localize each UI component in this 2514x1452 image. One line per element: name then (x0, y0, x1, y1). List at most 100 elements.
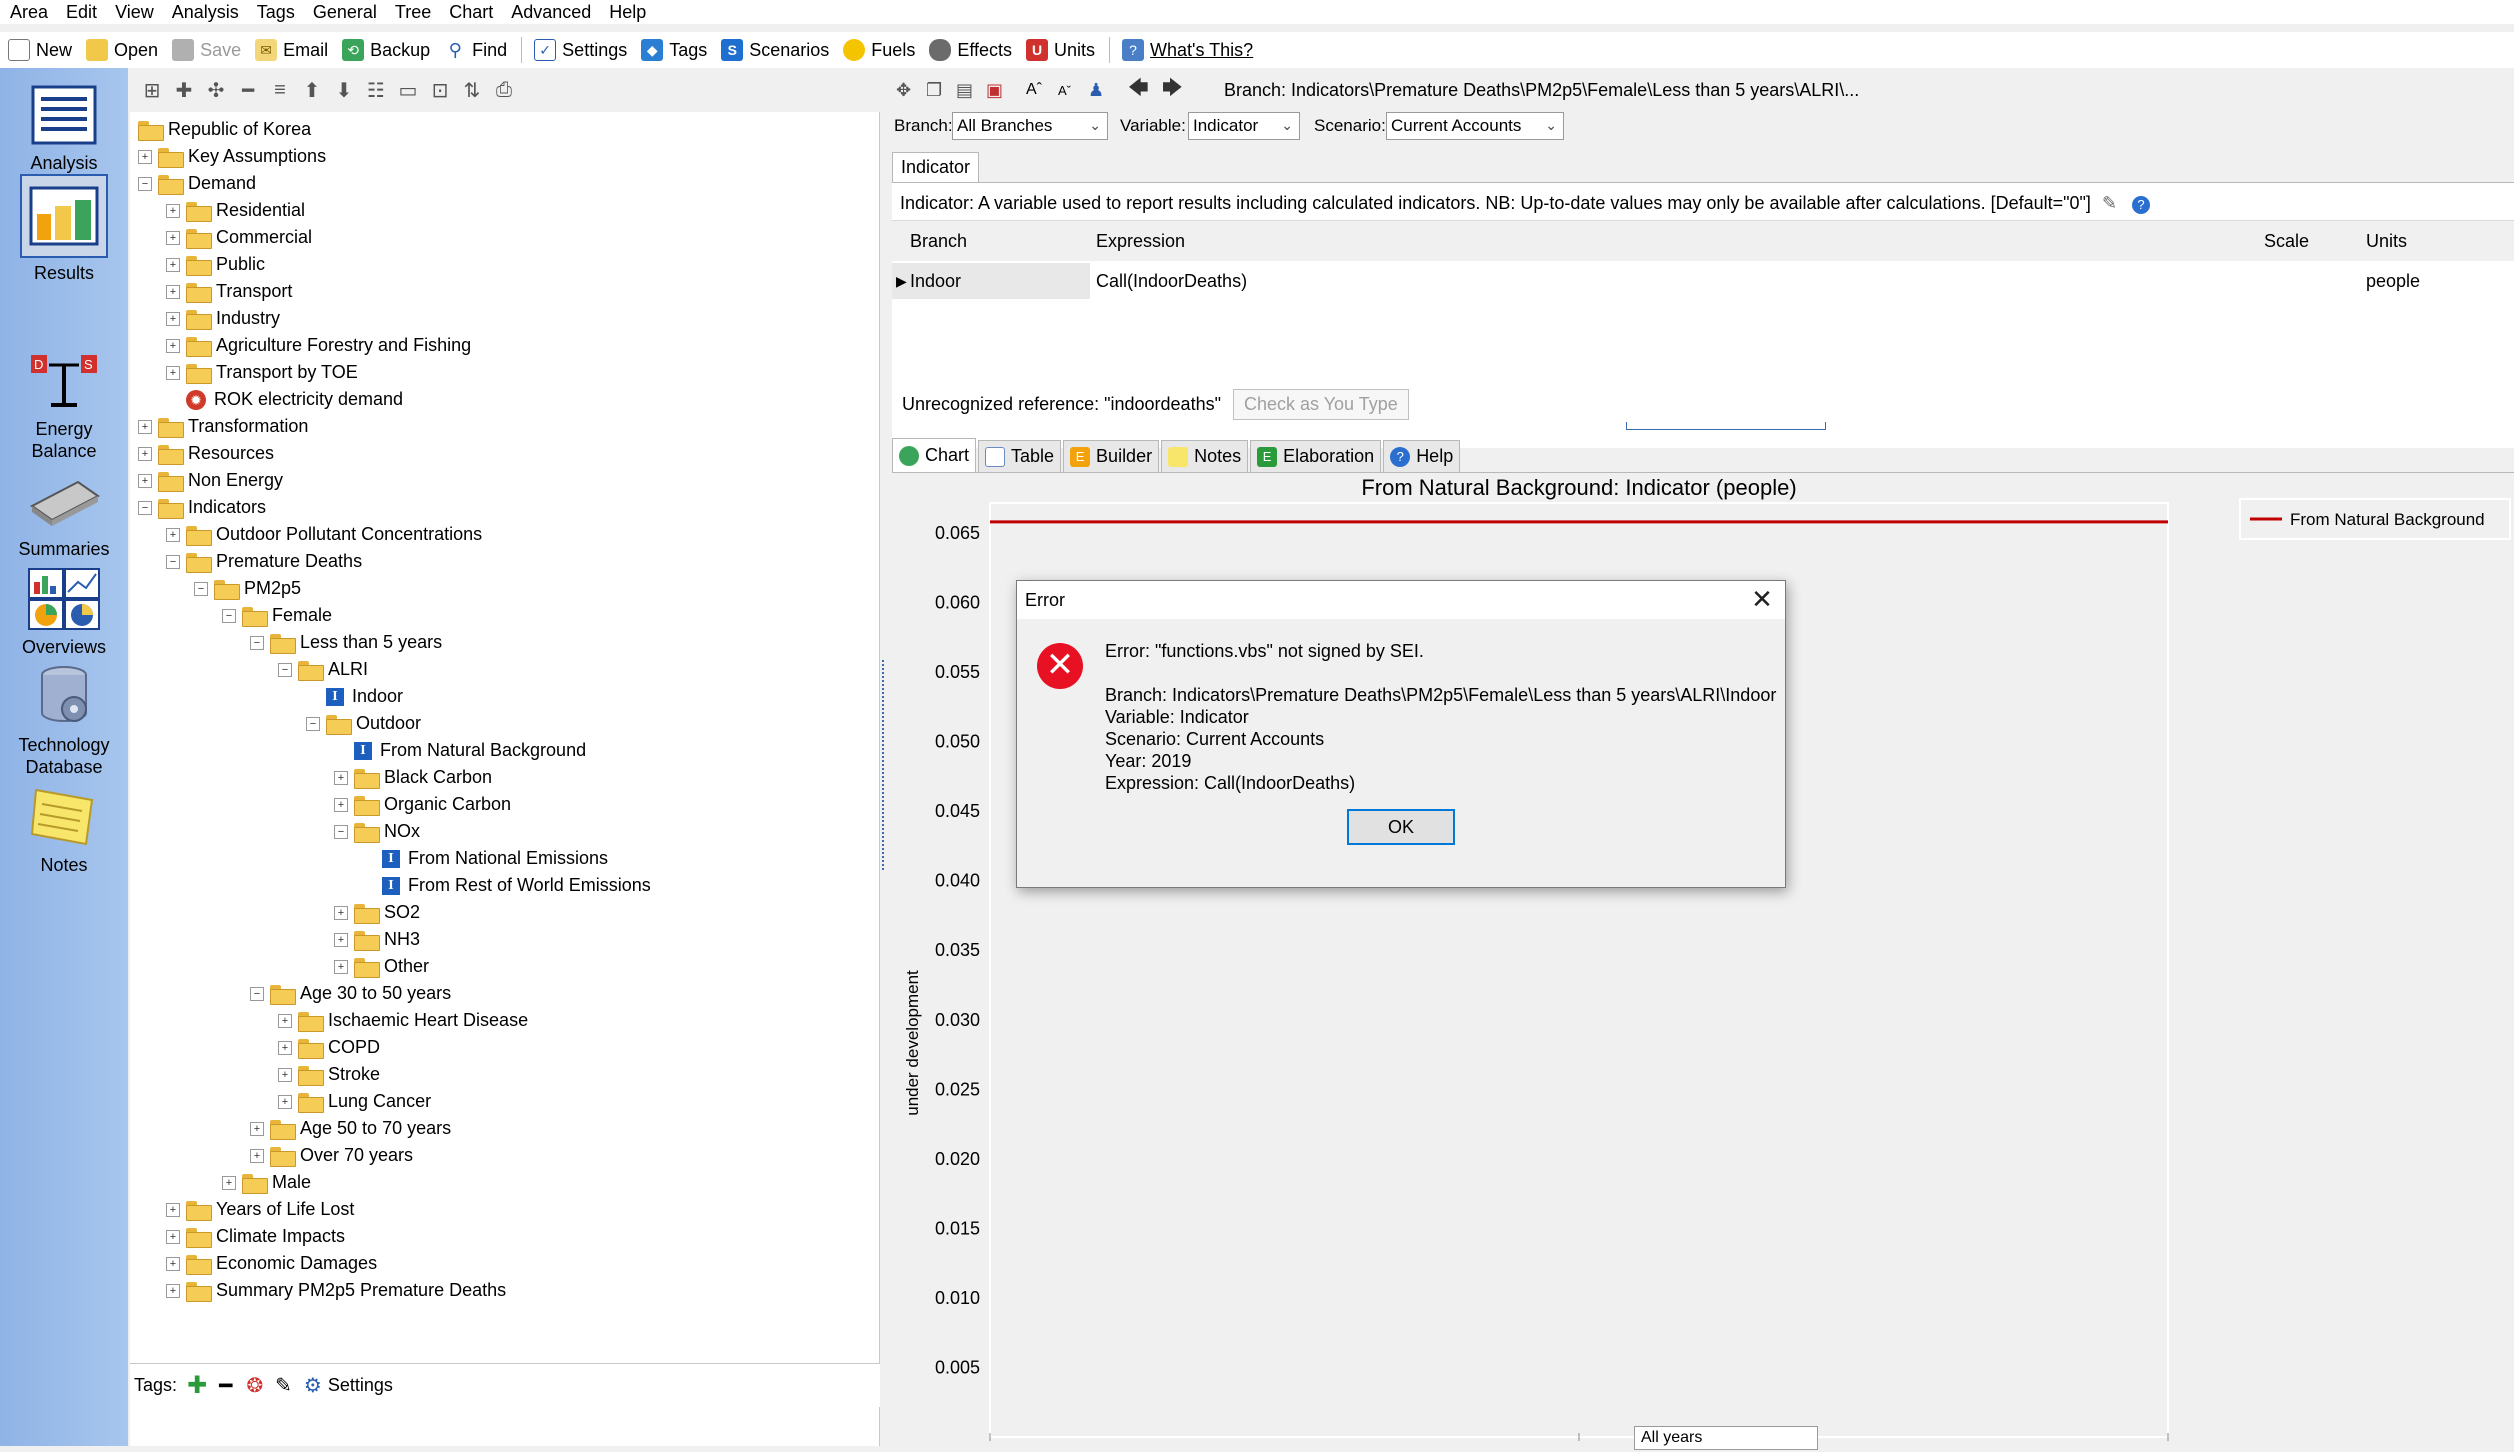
save-button[interactable]: Save (172, 39, 241, 61)
open-button[interactable]: Open (86, 39, 158, 61)
fuels-button[interactable]: Fuels (843, 39, 915, 61)
expand-icon[interactable]: + (166, 311, 180, 326)
tree-item[interactable]: + Industry (166, 305, 280, 332)
font-larger-icon[interactable]: Aˆ (1026, 81, 1058, 99)
collapse-icon[interactable]: − (250, 986, 264, 1001)
tree-item[interactable]: I From National Emissions (362, 845, 608, 872)
help-icon[interactable]: ? (2132, 196, 2151, 214)
expand-icon[interactable]: + (166, 1202, 180, 1217)
tree-item[interactable]: I Indoor (306, 683, 403, 710)
print-icon[interactable]: ⎙ (488, 75, 520, 105)
expand-icon[interactable]: + (222, 1175, 236, 1190)
expand-icon[interactable]: + (334, 959, 348, 974)
folder-icon[interactable]: ▭ (392, 75, 424, 105)
remove-icon[interactable]: ≡ (264, 75, 296, 105)
nav-energy-balance[interactable]: DS Energy Balance (0, 348, 128, 462)
menu-general[interactable]: General (303, 2, 385, 23)
column-header-branch[interactable]: Branch (910, 221, 967, 261)
collapse-icon[interactable]: − (250, 635, 264, 650)
tree-item[interactable]: I From Natural Background (334, 737, 586, 764)
tab-indicator[interactable]: Indicator (892, 152, 980, 182)
collapse-icon[interactable]: − (166, 554, 180, 569)
move-down-icon[interactable]: ⬇ (328, 75, 360, 105)
collapse-icon[interactable]: − (194, 581, 208, 596)
tree-item[interactable]: − Female (222, 602, 332, 629)
expand-icon[interactable]: + (138, 473, 152, 488)
nav-notes[interactable]: Notes (0, 784, 128, 876)
menu-analysis[interactable]: Analysis (162, 2, 247, 23)
tree-item[interactable]: + Economic Damages (166, 1250, 377, 1277)
scenario-select[interactable]: Current Accounts ⌄ (1386, 112, 1564, 140)
paste-icon[interactable]: ▤ (956, 80, 986, 101)
tree-item[interactable]: − Less than 5 years (250, 629, 442, 656)
resize-grip[interactable] (1626, 422, 1826, 430)
lock-icon[interactable]: ⊡ (424, 75, 456, 105)
nav-results[interactable]: Results (0, 174, 128, 284)
nav-technology-database[interactable]: Technology Database (0, 664, 128, 778)
tree-item[interactable]: + Non Energy (138, 467, 283, 494)
add-icon[interactable]: ✚ (168, 75, 200, 105)
tree-item[interactable]: + Black Carbon (334, 764, 492, 791)
tree-item[interactable]: Republic of Korea (138, 116, 311, 143)
export-icon[interactable]: ▣ (986, 80, 1026, 101)
branch-add-icon[interactable]: ✥ (896, 80, 926, 101)
menu-view[interactable]: View (105, 2, 162, 23)
collapse-icon[interactable]: − (278, 662, 292, 677)
nav-overviews[interactable]: Overviews (0, 566, 128, 658)
tree-item[interactable]: + Residential (166, 197, 305, 224)
tree-item[interactable]: + Climate Impacts (166, 1223, 345, 1250)
expand-icon[interactable]: + (138, 419, 152, 434)
menu-area[interactable]: Area (0, 2, 56, 23)
expand-icon[interactable]: + (166, 338, 180, 353)
menu-chart[interactable]: Chart (439, 2, 501, 23)
tree-item[interactable]: + Male (222, 1169, 311, 1196)
expand-icon[interactable]: + (166, 1283, 180, 1298)
table-row-branch[interactable]: Indoor (910, 263, 961, 299)
tab-chart[interactable]: Chart (892, 438, 977, 472)
tab-elaboration[interactable]: E Elaboration (1250, 440, 1382, 472)
people-icon[interactable]: ♟ (1088, 80, 1128, 101)
tree-view-icon[interactable]: ☷ (360, 75, 392, 105)
forward-arrow-icon[interactable]: 🡆 (1162, 73, 1186, 107)
splitter-handle[interactable] (880, 660, 888, 870)
remove-tag-icon[interactable]: ━ (219, 1373, 232, 1399)
tag-settings-icon[interactable]: ⚙ (304, 1373, 322, 1398)
collapse-icon[interactable]: − (222, 608, 236, 623)
tree-item[interactable]: − Age 30 to 50 years (250, 980, 451, 1007)
expand-icon[interactable]: + (278, 1040, 292, 1055)
tree-item[interactable]: − Outdoor (306, 710, 421, 737)
collapse-icon[interactable]: − (138, 176, 152, 191)
tree-item[interactable]: + Stroke (278, 1061, 380, 1088)
expand-icon[interactable]: + (278, 1067, 292, 1082)
new-button[interactable]: New (8, 39, 72, 61)
effects-button[interactable]: Effects (929, 39, 1012, 61)
add-branch-icon[interactable]: ⊞ (136, 75, 168, 105)
expand-icon[interactable]: + (250, 1121, 264, 1136)
font-smaller-icon[interactable]: Aˇ (1058, 83, 1088, 98)
tree-item[interactable]: + Lung Cancer (278, 1088, 431, 1115)
tree-item[interactable]: + Agriculture Forestry and Fishing (166, 332, 471, 359)
tree-item[interactable]: + Outdoor Pollutant Concentrations (166, 521, 482, 548)
delete-icon[interactable]: ━ (232, 75, 264, 105)
find-button[interactable]: ⚲ Find (444, 39, 507, 61)
variable-select[interactable]: Indicator ⌄ (1188, 112, 1300, 140)
tree-item[interactable]: + Resources (138, 440, 274, 467)
check-as-you-type-button[interactable]: Check as You Type (1232, 388, 1409, 420)
sort-icon[interactable]: ⇅ (456, 75, 488, 105)
tag-edit-icon[interactable]: ✎ (275, 1373, 292, 1398)
tree-item[interactable]: + Transformation (138, 413, 308, 440)
backup-button[interactable]: ⟲ Backup (342, 39, 430, 61)
tab-builder[interactable]: E Builder (1063, 440, 1160, 472)
edit-note-icon[interactable]: ✎ (2102, 193, 2117, 213)
collapse-icon[interactable]: − (306, 716, 320, 731)
expand-icon[interactable]: + (166, 257, 180, 272)
tree-item[interactable]: ✹ ROK electricity demand (166, 386, 403, 413)
column-header-expression[interactable]: Expression (1096, 221, 1185, 261)
tree-item[interactable]: + Public (166, 251, 265, 278)
tree-item[interactable]: + Summary PM2p5 Premature Deaths (166, 1277, 506, 1304)
column-header-scale[interactable]: Scale (2264, 221, 2309, 261)
expand-icon[interactable]: + (166, 203, 180, 218)
tree-item[interactable]: + Transport by TOE (166, 359, 358, 386)
menu-edit[interactable]: Edit (56, 2, 105, 23)
collapse-icon[interactable]: − (138, 500, 152, 515)
